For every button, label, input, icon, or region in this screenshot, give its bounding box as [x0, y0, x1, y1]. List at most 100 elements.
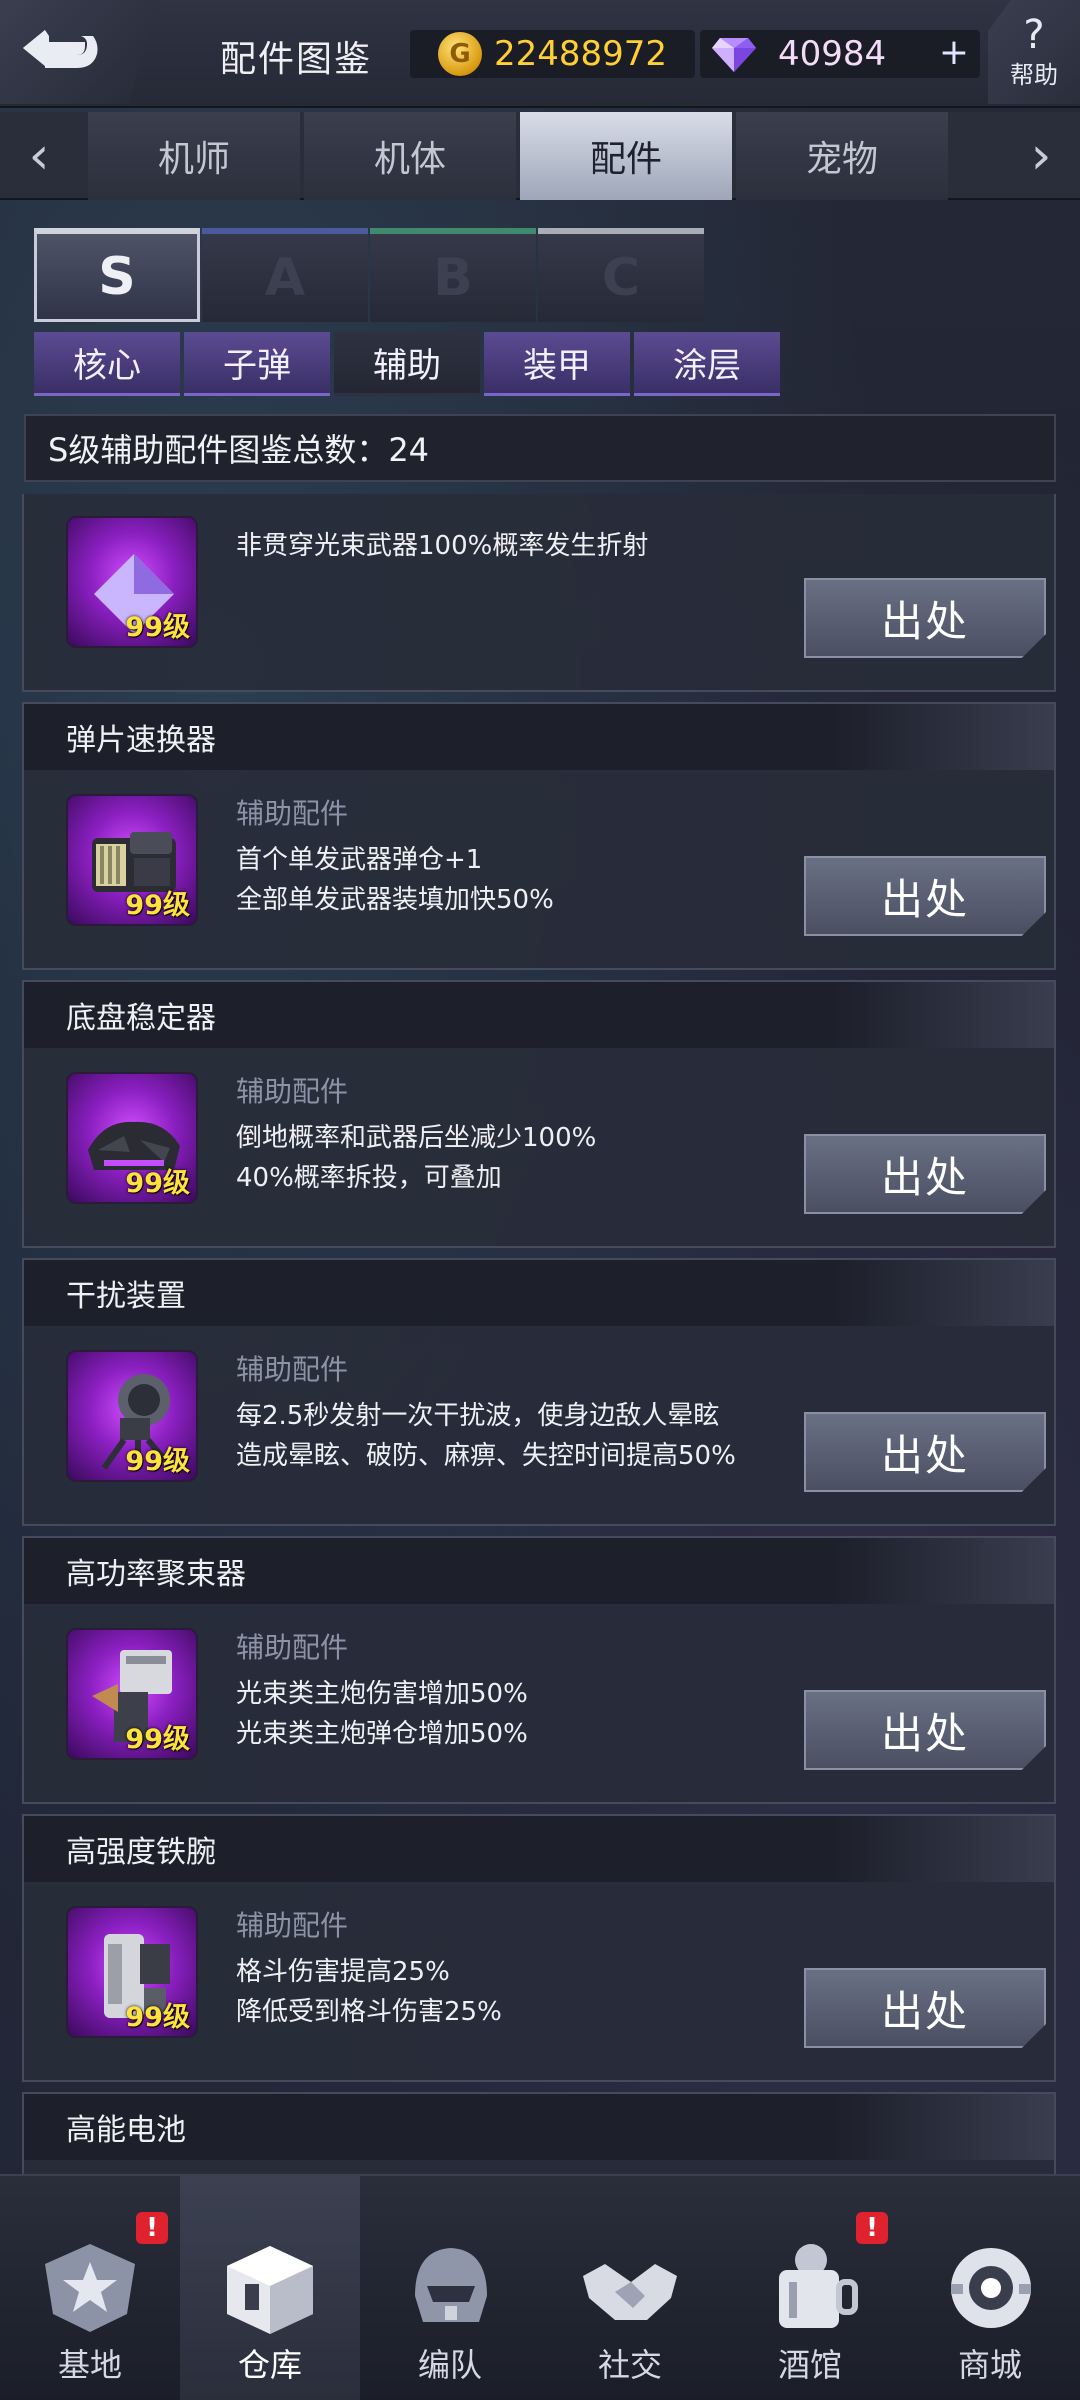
type-tabs: 核心 子弹 辅助 装甲 涂层 [34, 332, 784, 396]
help-icon: ? [1023, 11, 1045, 58]
accessory-name: 干扰装置 [66, 1279, 186, 1314]
tab-grade-3[interactable]: C [538, 228, 704, 322]
accessory-description: 格斗伤害提高25% 降低受到格斗伤害25% [236, 1952, 796, 2032]
tab-category-1[interactable]: 机体 [304, 112, 516, 200]
accessory-card: 干扰装置 99级 辅助配件每2.5秒发射一次干扰波，使身边敌人晕眩 造成晕眩、破防、麻… [22, 1258, 1056, 1526]
nav-label: 编队 [417, 2346, 482, 2384]
accessory-type: 辅助配件 [236, 797, 349, 830]
source-button[interactable]: 出处 [804, 1690, 1046, 1770]
magazine-switcher-icon[interactable]: 99级 [66, 794, 198, 926]
beam-prism-icon[interactable]: 99级 [66, 516, 198, 648]
accessory-level: 99级 [125, 1168, 190, 1199]
accessory-name: 弹片速换器 [66, 723, 216, 758]
description-line: 光束类主炮弹仓增加50% [236, 1719, 528, 1749]
accessory-list[interactable]: 99级 非贯穿光束武器100%概率发生折射 出处 弹片速换器 99级 辅助配件 首个单发武器… [0, 494, 1080, 2174]
description-line: 非贯穿光束武器100%概率发生折射 [236, 531, 649, 561]
top-bar: 配件图鉴 G 22488972 40984 + ? 帮助 [0, 0, 1080, 108]
category-tabs: 机师 机体 配件 宠物 [88, 112, 952, 200]
tavern-mug-icon [779, 2244, 858, 2328]
jammer-device-icon[interactable]: 99级 [66, 1350, 198, 1482]
accessory-card-header: 高强度铁腕 [24, 1816, 1054, 1882]
iron-fist-icon[interactable]: 99级 [66, 1906, 198, 2038]
source-button[interactable]: 出处 [804, 1412, 1046, 1492]
nav-item-0[interactable]: 基地! [0, 2176, 180, 2400]
tab-grade-1[interactable]: A [202, 228, 368, 322]
tab-type-2[interactable]: 辅助 [334, 332, 480, 396]
category-next-button[interactable]: › [1002, 112, 1080, 200]
tab-type-3[interactable]: 装甲 [484, 332, 630, 396]
accessory-type: 辅助配件 [236, 1075, 349, 1108]
nav-item-5[interactable]: 商城 [900, 2176, 1080, 2400]
tab-grade-0[interactable]: S [34, 228, 200, 322]
tab-category-3[interactable]: 宠物 [736, 112, 948, 200]
header-decoration [834, 1260, 1054, 1326]
description-line: 光束类主炮伤害增加50% [236, 1679, 528, 1709]
accessory-type: 辅助配件 [236, 1353, 349, 1386]
notification-badge: ! [856, 2212, 888, 2244]
collection-count: S级辅助配件图鉴总数：24 [24, 414, 1056, 482]
page-title: 配件图鉴 [220, 39, 373, 80]
tab-category-0[interactable]: 机师 [88, 112, 300, 200]
header-decoration [834, 982, 1054, 1048]
accessory-level: 99级 [125, 1724, 190, 1755]
gold-value: 22488972 [494, 34, 668, 74]
accessory-description: 首个单发武器弹仓+1 全部单发武器装填加快50% [236, 840, 796, 920]
nav-label: 基地 [57, 2346, 122, 2384]
accessory-name: 底盘稳定器 [66, 1001, 216, 1036]
header-decoration [834, 1816, 1054, 1882]
accessory-card-header: 干扰装置 [24, 1260, 1054, 1326]
tab-type-4[interactable]: 涂层 [634, 332, 780, 396]
description-line: 首个单发武器弹仓+1 [236, 845, 483, 875]
gold-display: G 22488972 [410, 30, 695, 78]
description-line: 降低受到格斗伤害25% [236, 1997, 502, 2027]
accessory-list-content: 99级 非贯穿光束武器100%概率发生折射 出处 弹片速换器 99级 辅助配件 首个单发武器… [0, 494, 1080, 2174]
header-decoration [834, 2094, 1054, 2160]
chevron-left-icon: ‹ [28, 126, 50, 186]
source-button[interactable]: 出处 [804, 1968, 1046, 2048]
gem-value: 40984 [778, 34, 887, 74]
tab-type-1[interactable]: 子弹 [184, 332, 330, 396]
shop-robot-icon [951, 2248, 1031, 2328]
accessory-name: 高功率聚束器 [66, 1557, 246, 1592]
accessory-level: 99级 [125, 2002, 190, 2033]
header-decoration [834, 1538, 1054, 1604]
accessory-description: 光束类主炮伤害增加50% 光束类主炮弹仓增加50% [236, 1674, 796, 1754]
source-button[interactable]: 出处 [804, 1134, 1046, 1214]
help-button[interactable]: ? 帮助 [988, 0, 1080, 104]
back-arrow-icon [23, 30, 98, 68]
gem-display: 40984 + [700, 30, 980, 78]
accessory-description: 每2.5秒发射一次干扰波，使身边敌人晕眩 造成晕眩、破防、麻痹、失控时间提高50% [236, 1396, 796, 1476]
accessory-card-header: 高功率聚束器 [24, 1538, 1054, 1604]
tab-category-2[interactable]: 配件 [520, 112, 732, 200]
accessory-card: 底盘稳定器 99级 辅助配件 倒地概率和武器后坐减少100% 40%概率拆投，可叠加 出处 [22, 980, 1056, 1248]
tab-grade-2[interactable]: B [370, 228, 536, 322]
add-gems-button[interactable]: + [936, 35, 972, 72]
accessory-card-header: 弹片速换器 [24, 704, 1054, 770]
handshake-icon [583, 2264, 677, 2320]
header-decoration [834, 704, 1054, 770]
chevron-right-icon: › [1030, 126, 1052, 186]
description-line: 40%概率拆投，可叠加 [236, 1163, 502, 1193]
category-prev-button[interactable]: ‹ [0, 112, 78, 200]
beam-focuser-icon[interactable]: 99级 [66, 1628, 198, 1760]
nav-label: 酒馆 [777, 2346, 842, 2384]
nav-label: 商城 [957, 2346, 1022, 2384]
accessory-card: 99级 非贯穿光束武器100%概率发生折射出处 [22, 494, 1056, 692]
nav-item-4[interactable]: 酒馆! [720, 2176, 900, 2400]
warehouse-crate-icon [227, 2246, 313, 2334]
tab-type-0[interactable]: 核心 [34, 332, 180, 396]
description-line: 格斗伤害提高25% [236, 1957, 450, 1987]
accessory-level: 99级 [125, 1446, 190, 1477]
source-button[interactable]: 出处 [804, 578, 1046, 658]
source-button[interactable]: 出处 [804, 856, 1046, 936]
accessory-card: 高强度铁腕 99级 辅助配件 格斗伤害提高25% 降低受到格斗伤害25% 出处 [22, 1814, 1056, 2082]
accessory-card: 高能电池99级辅助配件飞弹和浮游炮持续时间增加35%出处 [22, 2092, 1056, 2174]
chassis-stabilizer-icon[interactable]: 99级 [66, 1072, 198, 1204]
accessory-card: 弹片速换器 99级 辅助配件首个单发武器弹仓+1 全部单发武器装填加快50% 出处 [22, 702, 1056, 970]
accessory-card-header: 高能电池 [24, 2094, 1054, 2160]
nav-item-3[interactable]: 社交 [540, 2176, 720, 2400]
base-star-icon [45, 2244, 135, 2332]
nav-item-1[interactable]: 仓库 [180, 2176, 360, 2400]
back-button[interactable] [0, 0, 160, 104]
nav-item-2[interactable]: 编队 [360, 2176, 540, 2400]
